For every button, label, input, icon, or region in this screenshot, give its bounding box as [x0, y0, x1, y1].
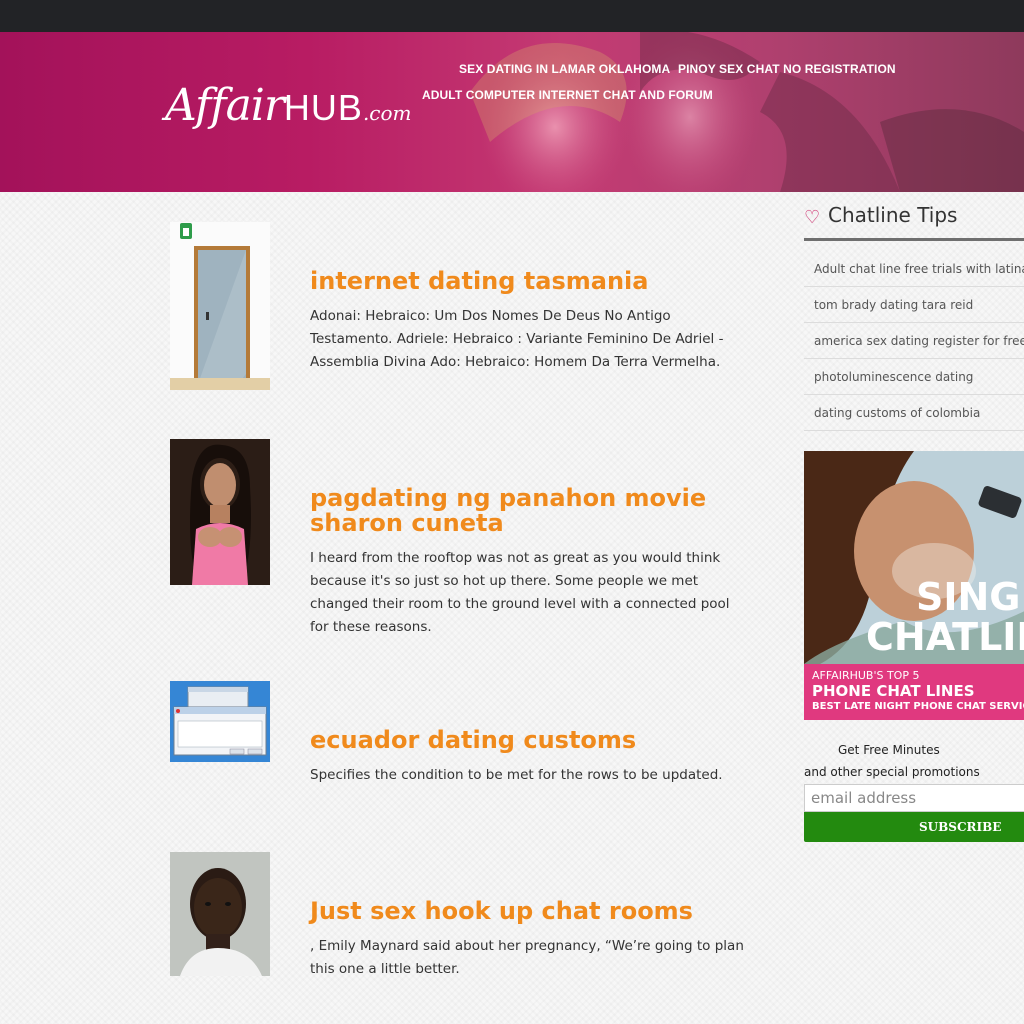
post-thumbnail-man[interactable]	[170, 852, 270, 976]
tip-link[interactable]: america sex dating register for free no	[804, 323, 1024, 359]
nav-link-pinoy-sex-chat[interactable]: PINOY SEX CHAT NO REGISTRATION	[678, 62, 896, 76]
post-excerpt: Adonai: Hebraico: Um Dos Nomes De Deus N…	[310, 308, 724, 370]
logo-script: Affair	[165, 80, 285, 131]
ad-tagline: BEST LATE NIGHT PHONE CHAT SERVICES	[812, 701, 1024, 712]
post-title[interactable]: Just sex hook up chat rooms	[310, 899, 730, 924]
nav-link-adult-chat-forum[interactable]: ADULT COMPUTER INTERNET CHAT AND FORUM	[422, 88, 713, 102]
sidebar-widget-title: ♡ Chatline Tips	[804, 201, 1024, 241]
post-thumbnail-screenshot[interactable]	[170, 681, 270, 762]
tip-link[interactable]: dating customs of colombia	[804, 395, 1024, 431]
site-header: AffairHUB.com SEX DATING IN LAMAR OKLAHO…	[0, 32, 1024, 192]
site-logo[interactable]: AffairHUB.com	[165, 80, 412, 140]
woman-photo-image	[170, 439, 270, 585]
ad-headline: CHATLIN	[866, 615, 1024, 659]
sidebar-title-text: Chatline Tips	[828, 203, 958, 227]
tip-link[interactable]: Adult chat line free trials with latinas	[804, 251, 1024, 287]
post-thumbnail-door[interactable]	[170, 222, 270, 390]
glass-door-image	[170, 222, 270, 390]
post-excerpt: , Emily Maynard said about her pregnancy…	[310, 938, 744, 977]
email-field[interactable]	[804, 784, 1024, 812]
post-thumbnail-woman[interactable]	[170, 439, 270, 585]
hero-couple-image	[470, 32, 1024, 192]
post-excerpt: Specifies the condition to be met for th…	[310, 767, 723, 783]
chatline-tips-list: Adult chat line free trials with latinas…	[804, 251, 1024, 431]
man-photo-image	[170, 852, 270, 976]
tip-link[interactable]: photoluminescence dating	[804, 359, 1024, 395]
logo-suffix: .com	[362, 101, 412, 125]
ad-headline: SINGL	[916, 575, 1024, 619]
ad-tagline: AFFAIRHUB'S TOP 5	[812, 669, 920, 682]
subscribe-button[interactable]: SUBSCRIBE	[804, 812, 1024, 842]
post-excerpt: I heard from the rooftop was not as grea…	[310, 550, 730, 635]
post-title[interactable]: internet dating tasmania	[310, 269, 730, 294]
promo-subheading: and other special promotions	[804, 765, 980, 779]
ad-tagline: PHONE CHAT LINES	[812, 682, 975, 700]
nav-link-sex-dating-lamar[interactable]: SEX DATING IN LAMAR OKLAHOMA	[459, 62, 670, 76]
top-bar	[0, 0, 1024, 32]
post-title[interactable]: pagdating ng panahon movie sharon cuneta	[310, 486, 730, 536]
windows-dialog-image	[170, 681, 270, 762]
tip-link[interactable]: tom brady dating tara reid	[804, 287, 1024, 323]
logo-hub: HUB	[283, 87, 363, 128]
post-title[interactable]: ecuador dating customs	[310, 728, 730, 753]
chatline-ad-banner[interactable]: T SINGL CHATLIN AFFAIRHUB'S TOP 5 PHONE …	[804, 451, 1024, 720]
promo-heading: Get Free Minutes	[838, 743, 940, 757]
heart-icon: ♡	[804, 207, 821, 228]
